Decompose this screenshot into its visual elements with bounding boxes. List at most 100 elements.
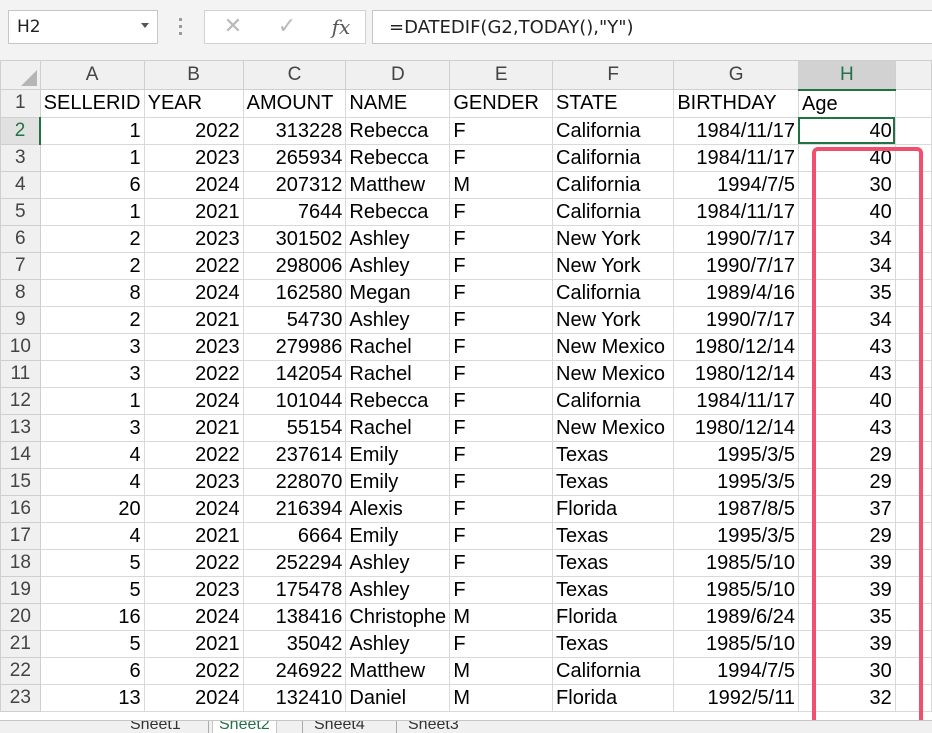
cell-a22[interactable]: 6: [39, 656, 145, 685]
cell-i16[interactable]: [894, 494, 932, 523]
cell-d13[interactable]: Rachel: [345, 413, 451, 442]
cell-e12[interactable]: F: [449, 386, 554, 415]
cell-g21[interactable]: 1985/5/10: [673, 629, 799, 658]
column-header-i[interactable]: [894, 60, 932, 90]
column-header-e[interactable]: E: [449, 60, 554, 90]
cell-e3[interactable]: F: [449, 143, 554, 172]
cell-g6[interactable]: 1990/7/17: [673, 224, 799, 253]
enter-icon[interactable]: ✓: [267, 11, 307, 43]
cell-a18[interactable]: 5: [39, 548, 145, 577]
cell-a9[interactable]: 2: [39, 305, 145, 334]
cell-b19[interactable]: 2023: [143, 575, 244, 604]
cell-c8[interactable]: 162580: [242, 278, 347, 307]
cell-h21[interactable]: 39: [797, 629, 896, 658]
cell-a21[interactable]: 5: [39, 629, 145, 658]
cell-i22[interactable]: [894, 656, 932, 685]
cell-d6[interactable]: Ashley: [345, 224, 451, 253]
row-header[interactable]: 13: [0, 413, 41, 442]
cell-f17[interactable]: Texas: [552, 521, 675, 550]
cell-a3[interactable]: 1: [39, 143, 145, 172]
cell-a20[interactable]: 16: [39, 602, 145, 631]
cell-i6[interactable]: [894, 224, 932, 253]
cell-d18[interactable]: Ashley: [345, 548, 451, 577]
cell-h14[interactable]: 29: [797, 440, 896, 469]
cell-f10[interactable]: New Mexico: [552, 332, 675, 361]
cell-b11[interactable]: 2022: [143, 359, 244, 388]
cell-b13[interactable]: 2021: [143, 413, 244, 442]
cell-b22[interactable]: 2022: [143, 656, 244, 685]
cell-g16[interactable]: 1987/8/5: [673, 494, 799, 523]
cell-f5[interactable]: California: [552, 197, 675, 226]
cell-e16[interactable]: F: [449, 494, 554, 523]
cell-d12[interactable]: Rebecca: [345, 386, 451, 415]
cell-g7[interactable]: 1990/7/17: [673, 251, 799, 280]
cell-h15[interactable]: 29: [797, 467, 896, 496]
cell-h19[interactable]: 39: [797, 575, 896, 604]
row-header[interactable]: 20: [0, 602, 41, 631]
cell-f11[interactable]: New Mexico: [552, 359, 675, 388]
cell-c16[interactable]: 216394: [242, 494, 347, 523]
cell-b16[interactable]: 2024: [143, 494, 244, 523]
cell-a11[interactable]: 3: [39, 359, 145, 388]
cell-d15[interactable]: Emily: [345, 467, 451, 496]
cell-d17[interactable]: Emily: [345, 521, 451, 550]
cell-g11[interactable]: 1980/12/14: [673, 359, 799, 388]
cell-a6[interactable]: 2: [39, 224, 145, 253]
row-header[interactable]: 6: [0, 224, 41, 253]
cell-a2[interactable]: 1: [39, 116, 145, 145]
column-header-f[interactable]: F: [552, 60, 675, 90]
cell-f23[interactable]: Florida: [552, 683, 675, 712]
row-header[interactable]: 14: [0, 440, 41, 469]
cell-a1[interactable]: SELLERID: [39, 89, 145, 118]
cell-d20[interactable]: Christophe: [345, 602, 451, 631]
cell-d23[interactable]: Daniel: [345, 683, 451, 712]
cell-c1[interactable]: AMOUNT: [242, 89, 347, 118]
cell-b10[interactable]: 2023: [143, 332, 244, 361]
row-header[interactable]: 4: [0, 170, 41, 199]
cell-b7[interactable]: 2022: [143, 251, 244, 280]
cell-f12[interactable]: California: [552, 386, 675, 415]
name-box[interactable]: H2: [8, 10, 158, 44]
row-header[interactable]: 10: [0, 332, 41, 361]
cell-g4[interactable]: 1994/7/5: [673, 170, 799, 199]
cell-i4[interactable]: [894, 170, 932, 199]
column-header-a[interactable]: A: [39, 60, 145, 90]
cell-h9[interactable]: 34: [797, 305, 896, 334]
cell-a13[interactable]: 3: [39, 413, 145, 442]
cell-c9[interactable]: 54730: [242, 305, 347, 334]
cell-a23[interactable]: 13: [39, 683, 145, 712]
cell-a4[interactable]: 6: [39, 170, 145, 199]
cell-a7[interactable]: 2: [39, 251, 145, 280]
cell-f9[interactable]: New York: [552, 305, 675, 334]
cell-i10[interactable]: [894, 332, 932, 361]
cell-f19[interactable]: Texas: [552, 575, 675, 604]
cell-d21[interactable]: Ashley: [345, 629, 451, 658]
cell-f6[interactable]: New York: [552, 224, 675, 253]
cell-d4[interactable]: Matthew: [345, 170, 451, 199]
formula-bar-resize-handle-icon[interactable]: [175, 14, 185, 40]
row-header[interactable]: 8: [0, 278, 41, 307]
cell-e2[interactable]: F: [449, 116, 554, 145]
cell-c12[interactable]: 101044: [242, 386, 347, 415]
cell-f2[interactable]: California: [552, 116, 675, 145]
cell-h3[interactable]: 40: [797, 143, 896, 172]
insert-function-icon[interactable]: fx: [321, 11, 361, 43]
row-header[interactable]: 15: [0, 467, 41, 496]
cell-d16[interactable]: Alexis: [345, 494, 451, 523]
cell-b20[interactable]: 2024: [143, 602, 244, 631]
cell-h1[interactable]: Age: [797, 89, 896, 118]
cell-h23[interactable]: 32: [797, 683, 896, 712]
cell-h10[interactable]: 43: [797, 332, 896, 361]
cell-c10[interactable]: 279986: [242, 332, 347, 361]
cell-f7[interactable]: New York: [552, 251, 675, 280]
cell-e11[interactable]: F: [449, 359, 554, 388]
cell-h20[interactable]: 35: [797, 602, 896, 631]
column-header-h[interactable]: H: [797, 60, 896, 91]
cell-h11[interactable]: 43: [797, 359, 896, 388]
cell-i15[interactable]: [894, 467, 932, 496]
cell-c15[interactable]: 228070: [242, 467, 347, 496]
cell-f21[interactable]: Texas: [552, 629, 675, 658]
cell-h2[interactable]: 40: [797, 116, 896, 145]
cell-a12[interactable]: 1: [39, 386, 145, 415]
cell-c22[interactable]: 246922: [242, 656, 347, 685]
